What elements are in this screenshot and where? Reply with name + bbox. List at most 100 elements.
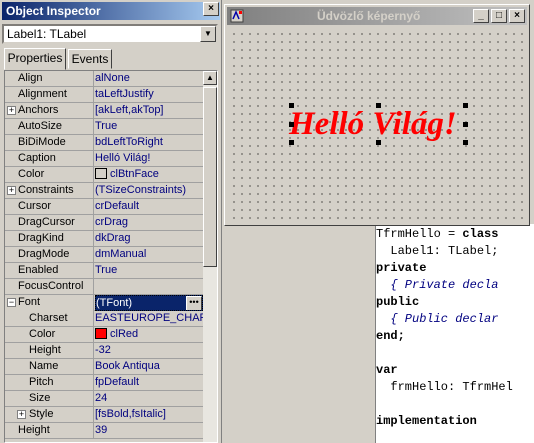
property-value[interactable]: (TSizeConstraints): [95, 183, 203, 199]
property-value[interactable]: True: [95, 263, 203, 279]
close-icon[interactable]: ×: [203, 2, 219, 16]
form-designer-window[interactable]: Üdvözlő képernyő _ □ × Helló Világ!: [224, 4, 530, 226]
selection-handle[interactable]: [463, 140, 468, 145]
property-row[interactable]: Color clBtnFace: [5, 167, 203, 183]
property-row[interactable]: Height 39: [5, 423, 203, 439]
expand-icon[interactable]: +: [7, 186, 16, 195]
property-value[interactable]: [akLeft,akTop]: [95, 103, 203, 119]
code-area[interactable]: TfrmHello = class Label1: TLabel; private…: [376, 224, 534, 443]
selection-handle[interactable]: [289, 122, 294, 127]
property-value[interactable]: dmManual: [95, 247, 203, 263]
property-name: Pitch: [5, 375, 94, 391]
property-value-text: taLeftJustify: [95, 88, 154, 100]
vertical-scrollbar[interactable]: ▲: [203, 71, 217, 442]
scroll-up-icon[interactable]: ▲: [203, 71, 217, 85]
property-value[interactable]: Book Antiqua: [95, 359, 203, 375]
property-value[interactable]: [fsBold,fsItalic]: [95, 407, 203, 423]
property-row[interactable]: Height -32: [5, 343, 203, 359]
code-line: Label1: TLabel;: [376, 243, 498, 260]
property-value[interactable]: EASTEUROPE_CHAR: [95, 311, 203, 327]
property-name: Align: [5, 71, 94, 87]
property-value-text: Helló Világ!: [95, 152, 151, 164]
editor-side-panel: [222, 224, 354, 443]
close-icon[interactable]: ×: [509, 9, 525, 23]
property-row[interactable]: DragKind dkDrag: [5, 231, 203, 247]
property-value-text: [fsBold,fsItalic]: [95, 408, 166, 420]
property-value[interactable]: [95, 279, 203, 295]
property-value[interactable]: True: [95, 119, 203, 135]
selection-handle[interactable]: [463, 103, 468, 108]
minimize-icon[interactable]: _: [473, 9, 489, 23]
property-row[interactable]: Style + [fsBold,fsItalic]: [5, 407, 203, 423]
property-row[interactable]: BiDiMode bdLeftToRight: [5, 135, 203, 151]
property-row[interactable]: Enabled True: [5, 263, 203, 279]
property-value-text: bdLeftToRight: [95, 136, 163, 148]
label1-caption[interactable]: Helló Világ!: [289, 106, 457, 143]
property-name: Constraints: [5, 183, 94, 199]
property-row[interactable]: Align alNone: [5, 71, 203, 87]
selection-handle[interactable]: [289, 140, 294, 145]
property-value[interactable]: 39: [95, 423, 203, 439]
property-row[interactable]: Name Book Antiqua: [5, 359, 203, 375]
property-name: Font: [5, 295, 94, 311]
property-grid: Align alNone Alignment taLeftJustify Anchors…: [4, 70, 218, 443]
code-token: TfrmHello =: [376, 227, 463, 241]
collapse-icon[interactable]: −: [7, 298, 16, 307]
expand-icon[interactable]: +: [17, 410, 26, 419]
property-value[interactable]: fpDefault: [95, 375, 203, 391]
editor-gutter: [354, 224, 376, 443]
property-row[interactable]: Constraints + (TSizeConstraints): [5, 183, 203, 199]
property-value-text: (TSizeConstraints): [95, 184, 187, 196]
maximize-icon[interactable]: □: [491, 9, 507, 23]
color-swatch: [95, 168, 107, 179]
object-inspector-title[interactable]: Object Inspector: [2, 2, 220, 20]
property-value[interactable]: -32: [95, 343, 203, 359]
code-token: private: [376, 261, 427, 275]
property-row[interactable]: Caption Helló Világ!: [5, 151, 203, 167]
property-row[interactable]: Color clRed: [5, 327, 203, 343]
property-row[interactable]: DragMode dmManual: [5, 247, 203, 263]
property-value-text: True: [95, 120, 118, 132]
property-row[interactable]: AutoSize True: [5, 119, 203, 135]
property-value[interactable]: crDrag: [95, 215, 203, 231]
ellipsis-button[interactable]: •••: [186, 296, 202, 310]
property-value[interactable]: bdLeftToRight: [95, 135, 203, 151]
code-line: public: [376, 294, 419, 311]
property-value[interactable]: clBtnFace: [95, 167, 203, 183]
form-title-bar[interactable]: Üdvözlő képernyő _ □ ×: [227, 7, 527, 25]
property-row[interactable]: Alignment taLeftJustify: [5, 87, 203, 103]
property-row[interactable]: Cursor crDefault: [5, 199, 203, 215]
form-client-area[interactable]: Helló Világ!: [227, 27, 527, 223]
property-value[interactable]: clRed: [95, 327, 203, 343]
property-value-text: EASTEUROPE_CHAR: [95, 312, 203, 324]
selection-handle[interactable]: [463, 122, 468, 127]
property-row[interactable]: Font − (TFont) •••: [5, 295, 203, 311]
selection-handle[interactable]: [376, 140, 381, 145]
property-name: FocusControl: [5, 279, 94, 295]
property-row[interactable]: FocusControl: [5, 279, 203, 295]
selection-handle[interactable]: [376, 103, 381, 108]
tab-events[interactable]: Events: [68, 49, 112, 69]
property-value[interactable]: dkDrag: [95, 231, 203, 247]
component-selector[interactable]: Label1: TLabel ▼: [2, 24, 218, 44]
property-row[interactable]: Size 24: [5, 391, 203, 407]
property-name: DragCursor: [5, 215, 94, 231]
property-row[interactable]: Anchors + [akLeft,akTop]: [5, 103, 203, 119]
property-value[interactable]: 24: [95, 391, 203, 407]
property-value-text: crDrag: [95, 216, 129, 228]
property-value[interactable]: taLeftJustify: [95, 87, 203, 103]
property-value-text: [akLeft,akTop]: [95, 104, 164, 116]
property-value[interactable]: Helló Világ!: [95, 151, 203, 167]
selection-handle[interactable]: [289, 103, 294, 108]
property-row[interactable]: Pitch fpDefault: [5, 375, 203, 391]
property-row[interactable]: DragCursor crDrag: [5, 215, 203, 231]
property-value[interactable]: crDefault: [95, 199, 203, 215]
tab-properties[interactable]: Properties: [4, 48, 66, 70]
property-value[interactable]: alNone: [95, 71, 203, 87]
expand-icon[interactable]: +: [7, 106, 16, 115]
property-row[interactable]: Charset EASTEUROPE_CHAR: [5, 311, 203, 327]
property-value[interactable]: (TFont) •••: [95, 295, 203, 311]
scrollbar-thumb[interactable]: [203, 87, 217, 267]
property-name: DragMode: [5, 247, 94, 263]
chevron-down-icon[interactable]: ▼: [200, 26, 216, 42]
